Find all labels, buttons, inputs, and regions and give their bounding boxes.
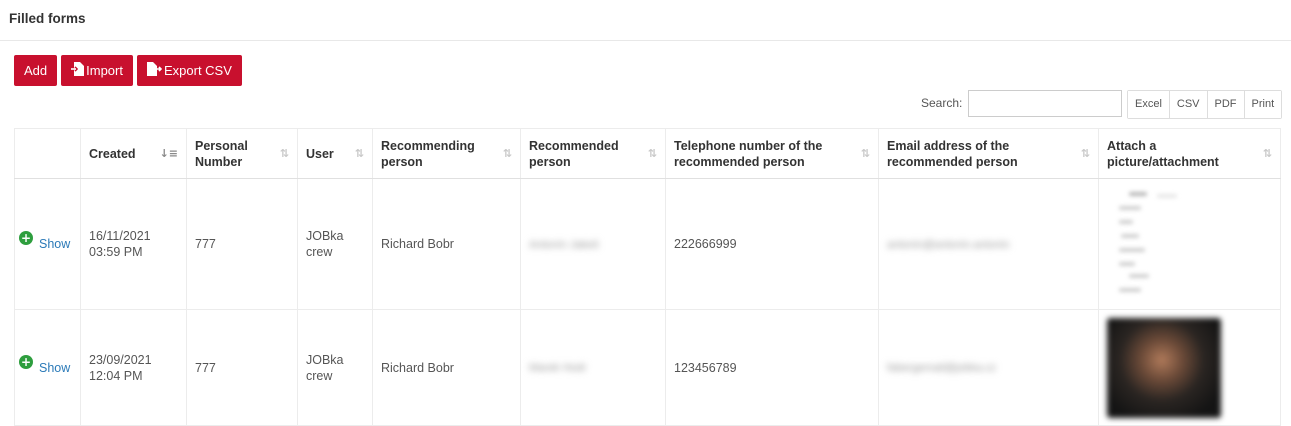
blurred-email: antonin@antonin.antonin	[887, 238, 1010, 251]
cell-attachment	[1098, 178, 1281, 310]
import-button-label: Import	[86, 63, 123, 78]
sort-desc-icon: ↓≡	[159, 146, 178, 160]
cell-recommended-person: Marek Hodr	[520, 309, 666, 426]
cell-telephone: 123456789	[665, 309, 879, 426]
column-header-recommended-person[interactable]: Recommended person ⇅	[520, 128, 666, 179]
column-header-label: Email address of the recommended person	[887, 138, 1018, 169]
print-button[interactable]: Print	[1244, 91, 1282, 118]
column-header-created[interactable]: Created ↓≡	[80, 128, 187, 179]
add-button[interactable]: Add	[14, 55, 58, 86]
search-input[interactable]	[968, 90, 1122, 117]
cell-created: 16/11/2021 03:59 PM	[80, 178, 187, 310]
import-button[interactable]: Import	[61, 55, 133, 86]
column-header-label: Created	[89, 146, 136, 161]
cell-attachment	[1098, 309, 1281, 426]
cell-telephone: 222666999	[665, 178, 879, 310]
attachment-photo-thumbnail[interactable]	[1107, 317, 1221, 418]
toolbar: Add Import Export CSV	[14, 55, 242, 86]
column-header-label: User	[306, 146, 334, 161]
sort-icon: ⇅	[1080, 146, 1090, 160]
expand-plus-icon[interactable]: +	[19, 354, 33, 369]
forms-table: Created ↓≡ Personal Number ⇅ User ⇅ Reco…	[14, 128, 1281, 426]
column-header-user[interactable]: User ⇅	[297, 128, 373, 179]
export-icon	[146, 62, 164, 79]
cell-email: fabergemail@jobka.cz	[878, 309, 1099, 426]
sort-icon: ⇅	[1262, 146, 1272, 160]
column-header-label: Recommended person	[529, 138, 619, 169]
cell-created: 23/09/2021 12:04 PM	[80, 309, 187, 426]
column-header-recommending-person[interactable]: Recommending person ⇅	[372, 128, 521, 179]
sort-icon: ⇅	[279, 146, 289, 160]
column-header-label: Telephone number of the recommended pers…	[674, 138, 823, 169]
table-row: + Show 16/11/2021 03:59 PM 777 JOBka cre…	[14, 178, 1281, 310]
csv-button[interactable]: CSV	[1169, 91, 1208, 118]
attachment-document-thumbnail[interactable]	[1107, 186, 1189, 302]
cell-personal-number: 777	[186, 178, 298, 310]
cell-user: JOBka crew	[297, 309, 373, 426]
export-csv-button-label: Export CSV	[163, 63, 232, 78]
excel-button[interactable]: Excel	[1128, 91, 1170, 118]
show-link[interactable]: Show	[39, 236, 70, 252]
add-button-label: Add	[24, 63, 48, 78]
column-header-label: Attach a picture/attachment	[1107, 138, 1219, 169]
cell-email: antonin@antonin.antonin	[878, 178, 1099, 310]
cell-user: JOBka crew	[297, 178, 373, 310]
cell-personal-number: 777	[186, 309, 298, 426]
sort-icon: ⇅	[647, 146, 657, 160]
column-header-label: Recommending person	[381, 138, 475, 169]
search-row: Search: Excel CSV PDF Print	[0, 90, 1291, 119]
cell-recommending-person: Richard Bobr	[372, 309, 521, 426]
table-row: + Show 23/09/2021 12:04 PM 777 JOBka cre…	[14, 309, 1281, 426]
blurred-name: Antonín Jakeš	[529, 238, 599, 251]
sort-icon: ⇅	[860, 146, 870, 160]
pdf-button[interactable]: PDF	[1207, 91, 1245, 118]
expand-plus-icon[interactable]: +	[19, 231, 33, 245]
search-label: Search:	[921, 96, 963, 110]
sort-icon: ⇅	[354, 146, 364, 160]
export-button-group: Excel CSV PDF Print	[1127, 90, 1283, 119]
cell-recommended-person: Antonín Jakeš	[520, 178, 666, 310]
cell-recommending-person: Richard Bobr	[372, 178, 521, 310]
column-header-actions	[14, 128, 81, 179]
column-header-telephone[interactable]: Telephone number of the recommended pers…	[665, 128, 879, 179]
import-icon	[71, 62, 86, 79]
page-title: Filled forms	[0, 0, 1291, 41]
table-header-row: Created ↓≡ Personal Number ⇅ User ⇅ Reco…	[14, 128, 1281, 179]
sort-icon: ⇅	[502, 146, 512, 160]
show-link[interactable]: Show	[39, 360, 70, 376]
column-header-attachment[interactable]: Attach a picture/attachment ⇅	[1098, 128, 1281, 179]
blurred-email: fabergemail@jobka.cz	[887, 362, 996, 374]
export-csv-button[interactable]: Export CSV	[136, 55, 242, 86]
column-header-personal-number[interactable]: Personal Number ⇅	[186, 128, 298, 179]
column-header-email[interactable]: Email address of the recommended person …	[878, 128, 1099, 179]
column-header-label: Personal Number	[195, 138, 248, 169]
blurred-name: Marek Hodr	[529, 362, 587, 374]
